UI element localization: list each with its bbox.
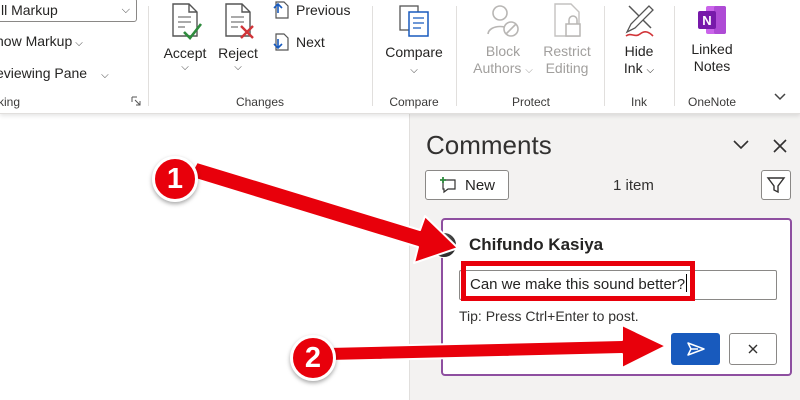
arrow-1 xyxy=(188,161,459,264)
step-badge-2: 2 xyxy=(290,335,336,381)
arrow-2 xyxy=(327,324,667,369)
annotation-arrows xyxy=(188,161,667,369)
step-badge-1: 1 xyxy=(152,156,198,202)
